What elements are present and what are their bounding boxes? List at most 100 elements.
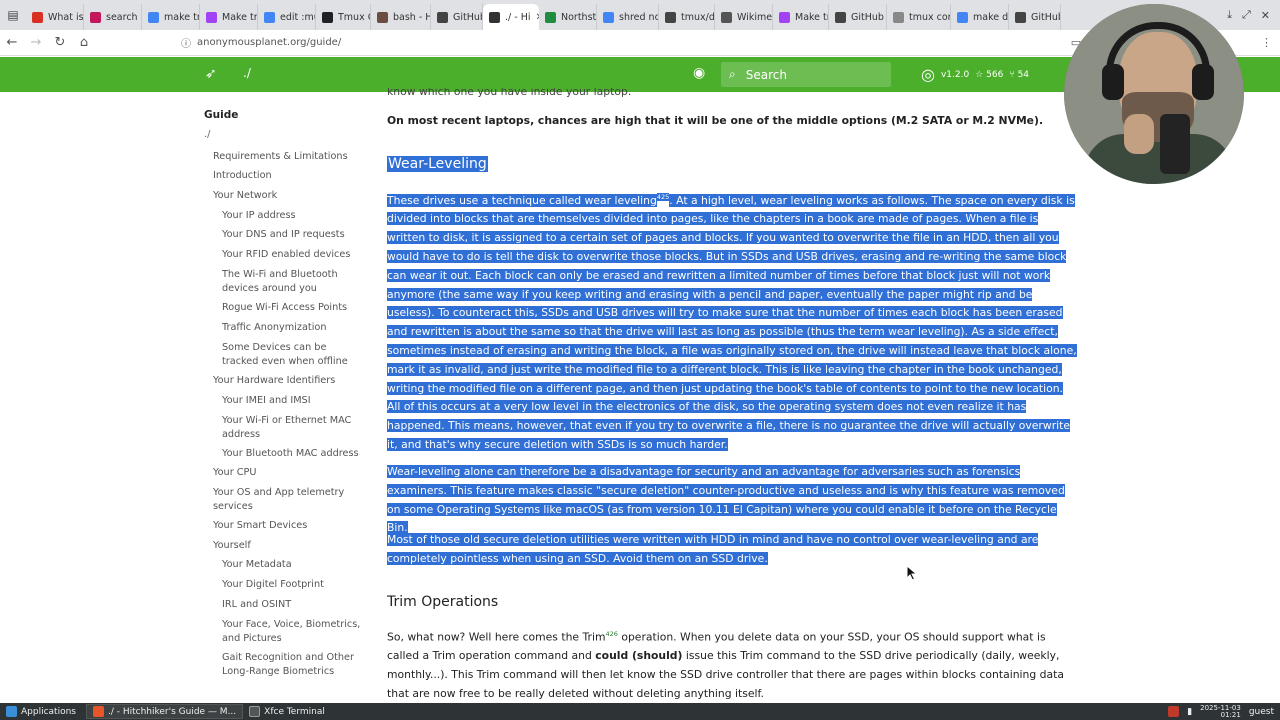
browser-tab[interactable]: GitHub bbox=[431, 4, 483, 30]
footnote-425[interactable]: 425 bbox=[656, 193, 670, 201]
repo-forks: ⑂ 54 bbox=[1009, 69, 1030, 80]
sidebar-item[interactable]: Your Face, Voice, Biometrics, and Pictur… bbox=[222, 618, 367, 645]
browser-tab[interactable]: tmux/do bbox=[659, 4, 715, 30]
tab-label: GitHub bbox=[851, 11, 884, 23]
tab-favicon-icon bbox=[893, 11, 904, 23]
tab-favicon-icon bbox=[545, 11, 556, 23]
sidebar-item[interactable]: The Wi-Fi and Bluetooth devices around y… bbox=[222, 268, 347, 295]
site-logo-icon[interactable]: ➶ bbox=[205, 66, 217, 82]
home-icon[interactable]: ⌂ bbox=[72, 35, 96, 50]
paragraph-old-utilities: Most of those old secure deletion utilit… bbox=[387, 531, 1077, 569]
sidebar-item[interactable]: Your CPU bbox=[213, 466, 363, 480]
reload-icon[interactable]: ↻ bbox=[48, 35, 72, 50]
github-icon: ◎ bbox=[921, 65, 935, 84]
tab-label: What is bbox=[48, 11, 84, 23]
sidebar-item[interactable]: Introduction bbox=[213, 169, 363, 183]
sidebar-item[interactable]: Rogue Wi-Fi Access Points bbox=[222, 301, 370, 315]
tab-list-icon[interactable]: ▤ bbox=[0, 0, 26, 30]
taskbar-window-terminal[interactable]: Xfce Terminal bbox=[243, 703, 331, 720]
tab-favicon-icon bbox=[90, 11, 101, 23]
tab-label: tmux/do bbox=[681, 11, 715, 23]
browser-tab[interactable]: Tmux C bbox=[316, 4, 371, 30]
browser-tab[interactable]: make tr bbox=[142, 4, 200, 30]
sidebar-item[interactable]: Your DNS and IP requests bbox=[222, 228, 370, 242]
p3-text: Most of those old secure deletion utilit… bbox=[387, 533, 1039, 565]
menu-icon[interactable]: ⋮ bbox=[1261, 36, 1272, 49]
browser-tab[interactable]: GitHub bbox=[1009, 4, 1061, 30]
search-icon: ⌕ bbox=[729, 67, 736, 81]
browser-tab[interactable]: bash - H bbox=[371, 4, 431, 30]
tab-label: Tmux C bbox=[338, 11, 371, 23]
user-label[interactable]: guest bbox=[1249, 707, 1274, 717]
visibility-toggle-icon[interactable]: ◉ bbox=[693, 65, 705, 81]
sidebar-item[interactable]: Your Bluetooth MAC address bbox=[222, 447, 370, 461]
paragraph-trim: So, what now? Well here comes the Trim42… bbox=[387, 625, 1077, 704]
sidebar-subtitle[interactable]: ./ bbox=[204, 129, 211, 140]
repo-info[interactable]: ◎ v1.2.0 ☆ 566 ⑂ 54 bbox=[921, 65, 1029, 84]
search-placeholder: Search bbox=[745, 67, 787, 82]
sidebar-item[interactable]: Your IMEI and IMSI bbox=[222, 394, 370, 408]
tab-favicon-icon bbox=[489, 11, 500, 23]
tab-label: GitHub bbox=[1031, 11, 1061, 23]
browser-tab[interactable]: shred nc bbox=[597, 4, 659, 30]
sidebar-item[interactable]: Yourself bbox=[213, 539, 363, 553]
sidebar-item[interactable]: Gait Recognition and Other Long-Range Bi… bbox=[222, 651, 362, 678]
tab-label: tmux config bbox=[909, 11, 950, 23]
taskbar-window-browser[interactable]: ./ - Hitchhiker's Guide — M... bbox=[85, 704, 244, 719]
sidebar-item[interactable]: Your Smart Devices bbox=[213, 519, 363, 533]
tab-favicon-icon bbox=[206, 11, 217, 23]
sidebar-item[interactable]: Requirements & Limitations bbox=[213, 150, 363, 164]
browser-tab[interactable]: GitHub bbox=[829, 4, 887, 30]
webcam-overlay bbox=[1064, 4, 1244, 184]
p2-text: Wear-leveling alone can therefore be a d… bbox=[387, 465, 1065, 535]
site-title[interactable]: ./ bbox=[243, 66, 251, 80]
browser-tab[interactable]: Northst bbox=[539, 4, 597, 30]
applications-menu-button[interactable]: Applications bbox=[0, 703, 82, 720]
tab-label: Wikime bbox=[737, 11, 773, 23]
sidebar-item[interactable]: Your IP address bbox=[222, 209, 370, 223]
forward-icon[interactable]: → bbox=[24, 35, 48, 50]
tab-label: make de bbox=[973, 11, 1009, 23]
sidebar-item[interactable]: Your Metadata bbox=[222, 558, 370, 572]
p4-bold: could (should) bbox=[595, 649, 683, 663]
browser-tab[interactable]: ./ - Hi✕ bbox=[483, 4, 539, 30]
browser-tab[interactable]: What is bbox=[26, 4, 84, 30]
tray-app-icon[interactable] bbox=[1168, 706, 1180, 717]
p1-start: These drives use a technique called wear… bbox=[387, 193, 657, 207]
browser-tab[interactable]: make de bbox=[951, 4, 1009, 30]
browser-tab[interactable]: Make tr bbox=[773, 4, 829, 30]
site-info-icon[interactable]: ⓘ bbox=[181, 35, 191, 50]
taskbar: Applications ./ - Hitchhiker's Guide — M… bbox=[0, 703, 1280, 720]
tab-favicon-icon bbox=[721, 11, 732, 23]
paragraph-disadvantage: Wear-leveling alone can therefore be a d… bbox=[387, 463, 1077, 538]
sidebar-item[interactable]: Your Digitel Footprint bbox=[222, 578, 370, 592]
network-icon[interactable]: ▮ bbox=[1187, 707, 1192, 717]
clock[interactable]: 2025-11-03 01:21 bbox=[1200, 704, 1241, 719]
sidebar-item[interactable]: IRL and OSINT bbox=[222, 598, 370, 612]
browser-tab[interactable]: search bbox=[84, 4, 142, 30]
browser-tab[interactable]: Make tr bbox=[200, 4, 258, 30]
back-icon[interactable]: ← bbox=[0, 35, 24, 50]
sidebar-item[interactable]: Your RFID enabled devices bbox=[222, 248, 370, 262]
browser-tab[interactable]: edit :mu bbox=[258, 4, 316, 30]
sidebar-item[interactable]: Your Wi-Fi or Ethernet MAC address bbox=[222, 414, 362, 441]
footnote-426[interactable]: 426 bbox=[605, 630, 617, 638]
sidebar-item[interactable]: Your Network bbox=[213, 189, 363, 203]
sidebar-item[interactable]: Some Devices can be tracked even when of… bbox=[222, 341, 357, 368]
clock-time: 01:21 bbox=[1220, 710, 1241, 719]
browser-tab[interactable]: tmux config bbox=[887, 4, 951, 30]
heading-wear-leveling: Wear-Leveling bbox=[387, 156, 488, 172]
tab-favicon-icon bbox=[665, 11, 676, 23]
sidebar-item[interactable]: Your Hardware Identifiers bbox=[213, 374, 363, 388]
sidebar-item[interactable]: Traffic Anonymization bbox=[222, 321, 370, 335]
sidebar-item[interactable]: Your OS and App telemetry services bbox=[213, 486, 353, 513]
close-window-icon[interactable]: ✕ bbox=[1261, 9, 1270, 22]
tab-favicon-icon bbox=[835, 11, 846, 23]
terminal-icon bbox=[249, 706, 261, 717]
tab-favicon-icon bbox=[779, 11, 790, 23]
tab-favicon-icon bbox=[377, 11, 388, 23]
browser-tab[interactable]: Wikime bbox=[715, 4, 773, 30]
browser-icon bbox=[92, 706, 104, 717]
url-field[interactable]: ⓘ anonymousplanet.org/guide/ bbox=[181, 33, 341, 53]
tab-label: Make tr bbox=[795, 11, 829, 23]
